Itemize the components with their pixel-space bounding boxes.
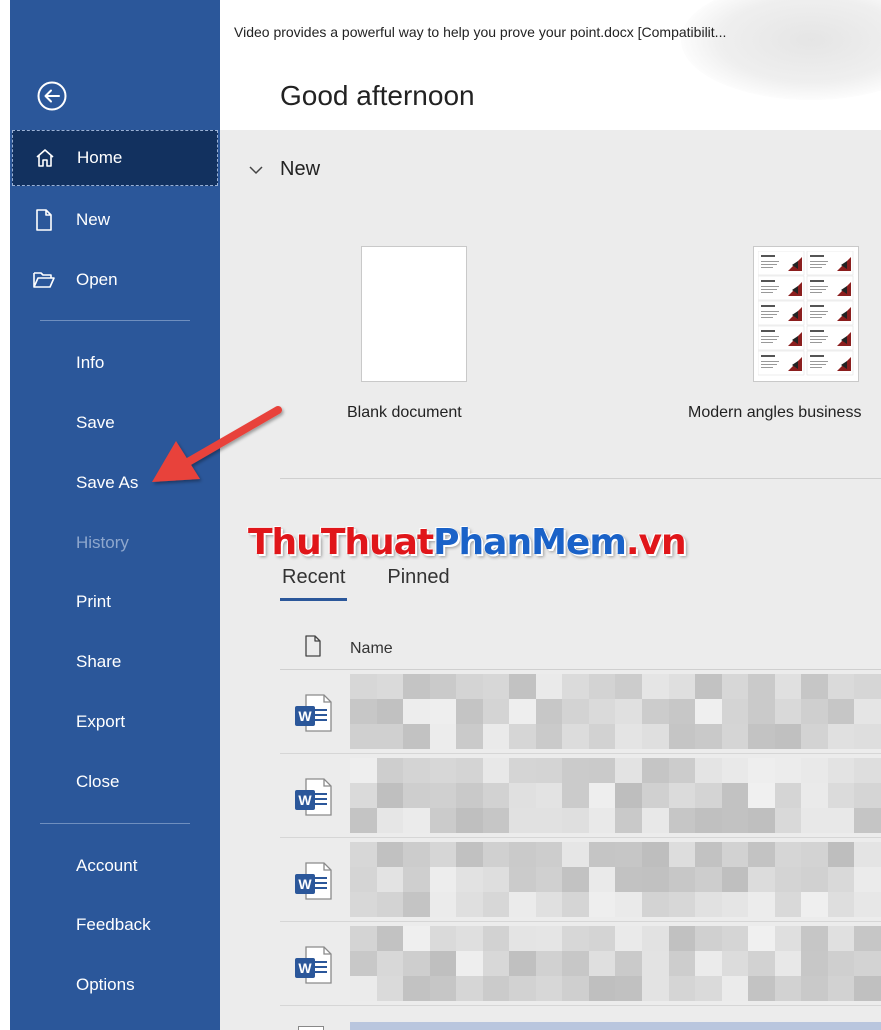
new-document-icon xyxy=(30,208,58,232)
sidebar-item-home[interactable]: Home xyxy=(12,130,218,186)
tab-recent[interactable]: Recent xyxy=(280,566,348,601)
sidebar-item-save[interactable]: Save xyxy=(12,395,218,451)
svg-text:W: W xyxy=(298,708,312,724)
tab-pinned[interactable]: Pinned xyxy=(385,566,451,597)
header-area: Video provides a powerful way to help yo… xyxy=(220,0,881,130)
file-list-header: Name xyxy=(280,628,881,670)
sidebar-item-label: New xyxy=(76,210,111,229)
sidebar-item-print[interactable]: Print xyxy=(12,574,218,630)
sidebar-item-open[interactable]: Open xyxy=(12,252,218,308)
table-row[interactable]: W xyxy=(280,754,881,838)
file-type-icon xyxy=(280,635,350,662)
section-divider xyxy=(280,478,881,479)
blurred-file-name xyxy=(350,758,881,833)
sidebar-item-label: Options xyxy=(76,975,135,994)
sidebar-item-label: Save As xyxy=(76,473,139,492)
sidebar-item-label: Print xyxy=(76,592,111,611)
sidebar-item-share[interactable]: Share xyxy=(12,634,218,690)
word-document-icon: W xyxy=(292,692,334,734)
blurred-file-name xyxy=(350,1022,881,1030)
template-blank-document[interactable]: Blank document xyxy=(347,246,467,421)
sidebar-item-label: Export xyxy=(76,712,126,731)
blurred-file-name xyxy=(350,842,881,917)
business-cards-thumbnail xyxy=(753,246,859,382)
table-row[interactable]: W xyxy=(280,922,881,1006)
file-icon xyxy=(298,1026,324,1030)
sidebar-item-account[interactable]: Account xyxy=(12,838,218,894)
svg-text:W: W xyxy=(298,792,312,808)
sidebar-item-label: History xyxy=(76,533,129,552)
blurred-file-name xyxy=(350,926,881,1001)
sidebar-divider xyxy=(40,823,190,824)
word-document-icon: W xyxy=(292,944,334,986)
sidebar-item-label: Home xyxy=(77,148,123,167)
table-row[interactable]: W xyxy=(280,838,881,922)
recent-tabs: Recent Pinned xyxy=(280,566,452,601)
table-row[interactable]: W xyxy=(280,670,881,754)
home-icon xyxy=(31,147,59,169)
blurred-file-name xyxy=(350,674,881,749)
new-section-heading: New xyxy=(280,158,321,180)
sidebar-item-feedback[interactable]: Feedback xyxy=(12,897,218,953)
sidebar-item-close[interactable]: Close xyxy=(12,754,218,810)
sidebar-item-history: History xyxy=(12,515,218,571)
sidebar-item-save-as[interactable]: Save As xyxy=(12,455,218,511)
word-document-icon: W xyxy=(292,860,334,902)
sidebar-item-info[interactable]: Info xyxy=(12,335,218,391)
sidebar-item-label: Share xyxy=(76,652,122,671)
sidebar-item-label: Info xyxy=(76,353,105,372)
chevron-down-icon xyxy=(248,158,268,181)
open-folder-icon xyxy=(30,270,58,290)
sidebar-item-options[interactable]: Options xyxy=(12,957,218,1013)
column-name[interactable]: Name xyxy=(350,640,393,658)
table-row[interactable] xyxy=(280,1006,881,1030)
header-decoration xyxy=(681,0,881,100)
backstage-sidebar: Home New Open Info Save Save As History … xyxy=(0,0,220,1030)
sidebar-divider xyxy=(40,320,190,321)
new-section-toggle[interactable]: New xyxy=(248,158,320,181)
backstage-main: Video provides a powerful way to help yo… xyxy=(220,0,881,1030)
blank-document-thumbnail xyxy=(361,246,467,382)
template-label: Blank document xyxy=(347,404,462,421)
sidebar-item-export[interactable]: Export xyxy=(12,694,218,750)
sidebar-item-new[interactable]: New xyxy=(12,192,218,248)
back-arrow-circle-icon[interactable] xyxy=(36,80,68,112)
svg-text:W: W xyxy=(298,876,312,892)
sidebar-item-label: Account xyxy=(76,856,138,875)
document-title: Video provides a powerful way to help yo… xyxy=(234,24,727,40)
word-document-icon: W xyxy=(292,776,334,818)
sidebar-item-label: Save xyxy=(76,413,115,432)
template-modern-angles[interactable]: Modern angles business xyxy=(688,246,861,421)
site-watermark: ThuThuatPhanMem.vn xyxy=(248,522,687,563)
sidebar-item-label: Feedback xyxy=(76,915,151,934)
template-label: Modern angles business xyxy=(688,404,862,421)
sidebar-item-label: Close xyxy=(76,772,120,791)
svg-text:W: W xyxy=(298,960,312,976)
greeting-heading: Good afternoon xyxy=(280,80,475,111)
sidebar-item-label: Open xyxy=(76,270,118,289)
